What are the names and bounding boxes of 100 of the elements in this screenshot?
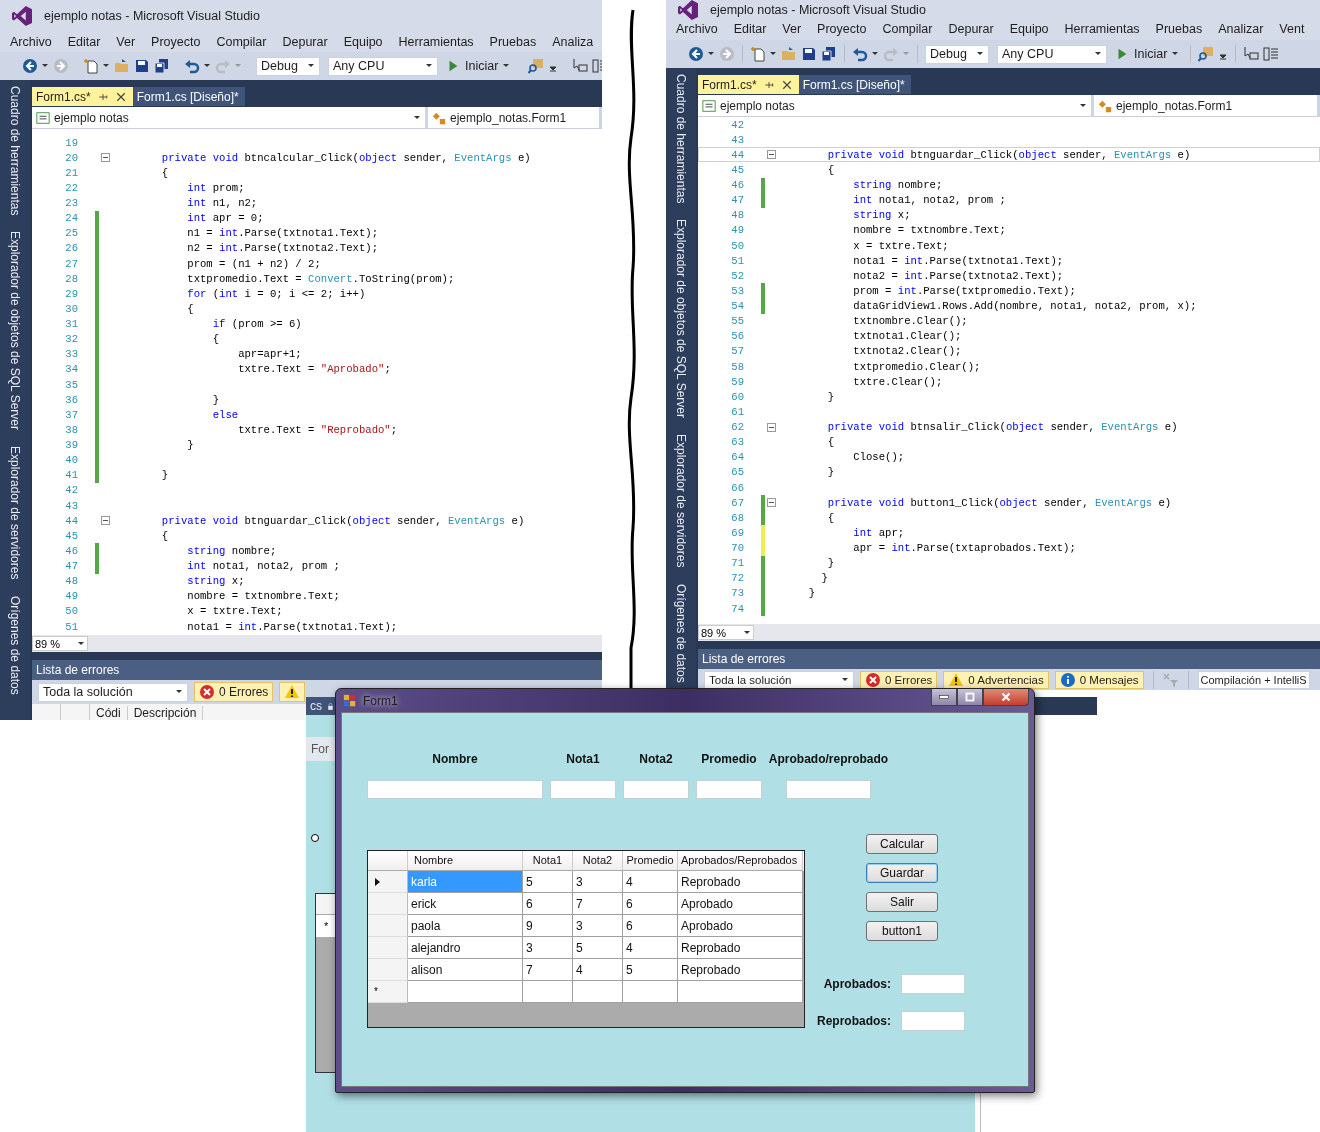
back-icon[interactable]	[22, 58, 38, 74]
form-button[interactable]: Calcular	[866, 834, 938, 854]
document-tab[interactable]: Form1.cs [Diseño]*	[132, 87, 245, 106]
menu-item[interactable]: Analizar	[1210, 22, 1272, 36]
side-tab[interactable]: Explorador de objetos de SQL Server	[674, 219, 688, 419]
undo-icon[interactable]	[184, 58, 200, 74]
collapse-icon[interactable]	[766, 422, 776, 432]
menu-item[interactable]: Ver	[774, 22, 810, 36]
warning-icon[interactable]	[284, 684, 301, 700]
resize-handle-icon[interactable]	[310, 833, 320, 843]
find-in-files-icon[interactable]	[1198, 46, 1215, 62]
list-icon[interactable]	[1263, 46, 1280, 62]
side-tab[interactable]: Explorador de objetos de SQL Server	[8, 231, 22, 431]
source-dropdown[interactable]: Compilación + IntelliS	[1197, 670, 1310, 689]
menu-item[interactable]: Ver	[108, 35, 144, 49]
side-tab[interactable]: Explorador de servidores	[8, 446, 22, 580]
new-item-icon[interactable]	[83, 58, 99, 74]
scope-dropdown[interactable]: Toda la solución	[38, 682, 188, 702]
platform-dropdown[interactable]: Any CPU	[997, 44, 1107, 64]
side-tab[interactable]: Cuadro de herramientas	[674, 74, 688, 204]
back-icon[interactable]	[688, 46, 704, 62]
column-header[interactable]: Códi	[90, 706, 128, 720]
input-field[interactable]	[550, 780, 616, 799]
close-icon[interactable]	[780, 78, 793, 91]
start-button[interactable]: Iniciar	[442, 58, 515, 74]
new-item-icon[interactable]	[750, 46, 766, 62]
form-button[interactable]: Salir	[866, 892, 938, 912]
error-filter-button[interactable]: 0 Errores	[194, 682, 274, 702]
close-button[interactable]	[983, 689, 1029, 706]
error-icon[interactable]	[199, 684, 215, 700]
menu-item[interactable]: Compilar	[208, 35, 275, 49]
menu-item[interactable]: Herramientas	[1056, 22, 1148, 36]
input-field[interactable]	[696, 780, 762, 799]
line-number: 45	[64, 529, 78, 542]
info-filter-button[interactable]: 0 Mensajes	[1054, 670, 1144, 689]
warning-filter-button[interactable]	[279, 682, 306, 702]
document-tab[interactable]: Form1.cs [Diseño]*	[798, 75, 911, 94]
menu-item[interactable]: Analiza	[544, 35, 602, 49]
menu-item[interactable]: Pruebas	[1147, 22, 1211, 36]
side-tab[interactable]: Orígenes de datos	[674, 583, 688, 683]
save-icon[interactable]	[801, 46, 817, 62]
input-field[interactable]	[901, 1011, 965, 1031]
menu-item[interactable]: Proyecto	[143, 35, 209, 49]
zoom-dropdown[interactable]: 89 %	[698, 625, 755, 640]
pointer-icon[interactable]	[572, 58, 589, 74]
scope-dropdown[interactable]: Toda la solución	[704, 670, 854, 689]
side-tab[interactable]: Cuadro de herramientas	[8, 86, 22, 216]
form-button[interactable]: button1	[866, 921, 938, 941]
side-tab[interactable]: Orígenes de datos	[8, 595, 22, 695]
pointer-icon[interactable]	[1243, 46, 1260, 62]
error-icon[interactable]	[865, 671, 881, 688]
collapse-icon[interactable]	[766, 150, 776, 160]
menu-item[interactable]: Editar	[725, 22, 775, 36]
table-cell: 4	[623, 871, 678, 893]
input-field[interactable]	[901, 974, 965, 994]
menu-item[interactable]: Depurar	[940, 22, 1002, 36]
side-tab[interactable]: Explorador de servidores	[674, 434, 688, 568]
menu-item[interactable]: Vent	[1271, 22, 1313, 36]
collapse-icon[interactable]	[100, 153, 110, 163]
menu-item[interactable]: Depurar	[274, 35, 336, 49]
code-line: }	[820, 572, 828, 585]
document-tab[interactable]: Form1.cs*	[32, 87, 133, 106]
minimize-button[interactable]	[931, 689, 957, 706]
collapse-icon[interactable]	[100, 516, 110, 526]
close-icon[interactable]	[114, 90, 127, 103]
menu-item[interactable]: Equipo	[1001, 22, 1057, 36]
platform-dropdown[interactable]: Any CPU	[328, 56, 438, 76]
menu-item[interactable]: Equipo	[335, 35, 391, 49]
info-icon[interactable]	[1059, 671, 1076, 688]
input-field[interactable]	[367, 780, 543, 799]
menu-item[interactable]: Herramientas	[390, 35, 482, 49]
window-title: ejemplo notas - Microsoft Visual Studio	[710, 2, 926, 17]
menu-item[interactable]: Archivo	[668, 22, 726, 36]
row-header[interactable]	[368, 871, 408, 893]
input-field[interactable]	[623, 780, 689, 799]
form-button[interactable]: Guardar	[866, 863, 938, 883]
document-tab[interactable]: Form1.cs*	[698, 75, 799, 94]
input-field[interactable]	[786, 780, 871, 799]
warning-filter-button[interactable]: 0 Advertencias	[943, 670, 1049, 689]
configuration-dropdown[interactable]: Debug	[925, 44, 989, 64]
collapse-icon[interactable]	[766, 498, 776, 508]
code-line: private void btnguardar_Click(object sender, EventArgs e)	[826, 148, 1191, 161]
start-button[interactable]: Iniciar	[1111, 46, 1184, 62]
configuration-dropdown[interactable]: Debug	[256, 56, 320, 76]
save-all-icon[interactable]	[821, 46, 837, 62]
find-in-files-icon[interactable]	[528, 58, 545, 74]
menu-item[interactable]: Proyecto	[809, 22, 875, 36]
warning-icon[interactable]	[948, 671, 965, 688]
zoom-dropdown[interactable]: 89 %	[32, 636, 89, 651]
save-all-icon[interactable]	[154, 58, 170, 74]
menu-item[interactable]: Compilar	[874, 22, 941, 36]
maximize-button[interactable]	[957, 689, 983, 706]
menu-item[interactable]: Editar	[59, 35, 109, 49]
column-header[interactable]: Descripción	[127, 706, 204, 720]
menu-item[interactable]: Pruebas	[481, 35, 545, 49]
menu-item[interactable]: Archivo	[2, 35, 60, 49]
save-icon[interactable]	[134, 58, 150, 74]
error-filter-button[interactable]: 0 Errores	[860, 670, 938, 689]
undo-icon[interactable]	[852, 46, 868, 62]
code-line: n1 = int.Parse(txtnota1.Text);	[186, 227, 379, 240]
